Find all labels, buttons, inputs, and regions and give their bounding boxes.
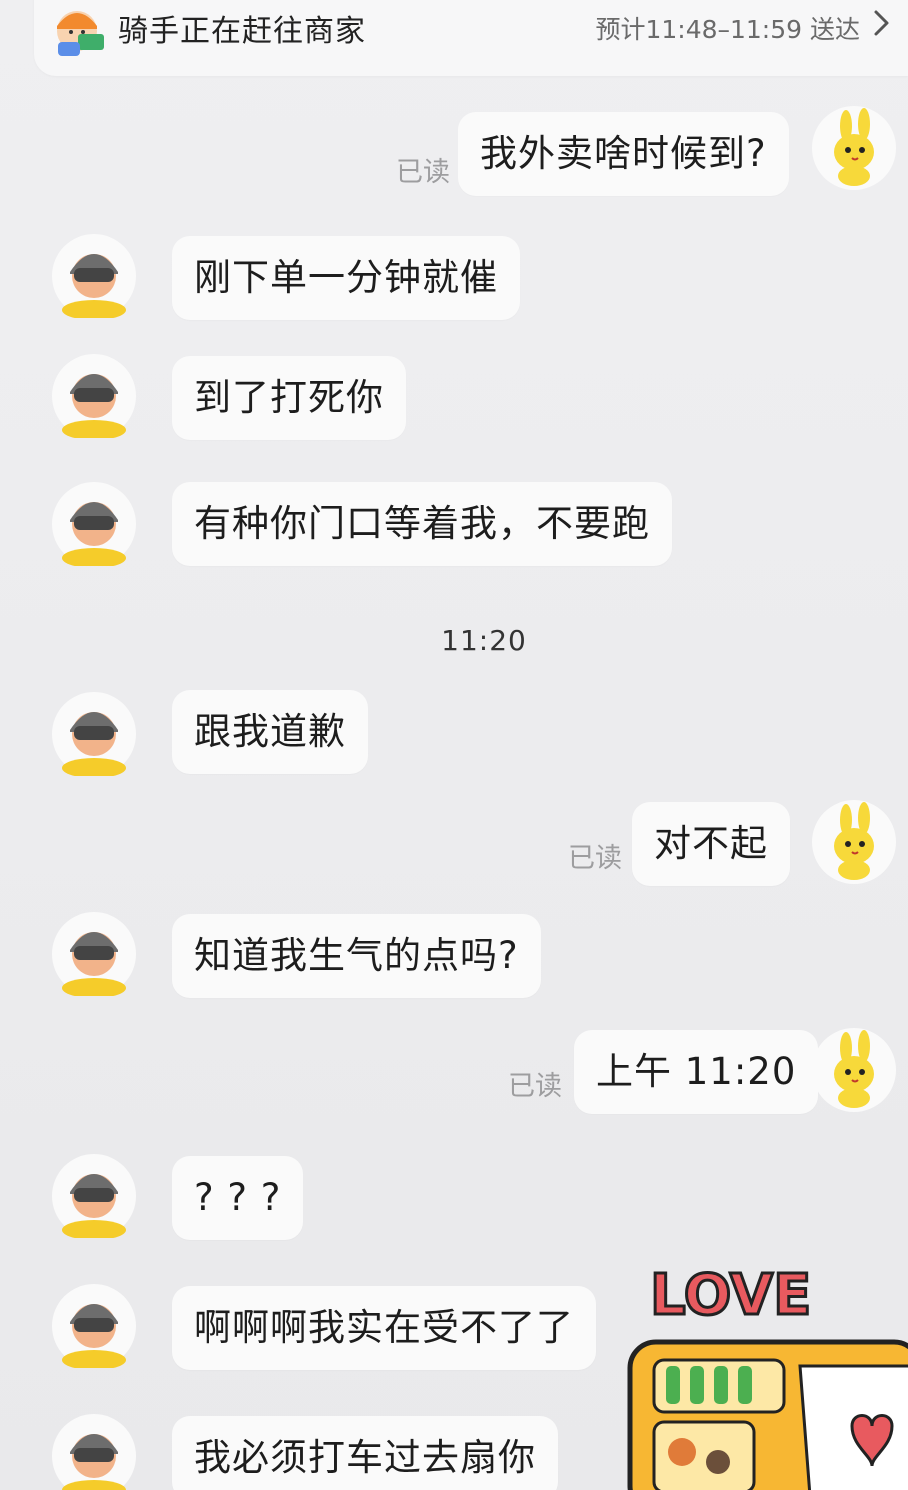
chevron-right-icon[interactable] [870,6,894,40]
read-receipt: 已读 [568,843,622,874]
rider-avatar-icon[interactable] [52,1154,136,1238]
rider-avatar-icon[interactable] [52,1284,136,1368]
rider-avatar-icon[interactable] [52,234,136,318]
rider-avatar-icon[interactable] [52,354,136,438]
read-receipt: 已读 [508,1071,562,1102]
bunny-avatar-icon[interactable] [812,106,896,190]
message-bubble-outgoing[interactable]: 我外卖啥时候到? [458,112,789,196]
bunny-avatar-icon[interactable] [812,1028,896,1112]
message-bubble-incoming[interactable]: ? ? ? [172,1156,304,1240]
chat-screen: 骑手正在赶往商家 预计11:48–11:59 送达 已读 我外卖啥时候到? 刚下… [0,0,908,1490]
message-bubble-incoming[interactable]: 有种你门口等着我，不要跑 [172,482,672,566]
message-bubble-incoming[interactable]: 知道我生气的点吗? [172,914,541,998]
courier-avatar-icon [57,11,104,56]
rider-avatar-icon[interactable] [52,692,136,776]
message-bubble-incoming[interactable]: 啊啊啊我实在受不了了 [172,1286,596,1370]
love-bento-sticker-icon: LOVE [627,1262,908,1490]
delivery-status-title: 骑手正在赶往商家 [118,14,366,49]
message-bubble-outgoing[interactable]: 上午 11:20 [574,1030,819,1114]
delivery-status-banner[interactable]: 骑手正在赶往商家 预计11:48–11:59 送达 [34,0,908,76]
message-bubble-outgoing[interactable]: 对不起 [632,802,790,886]
message-bubble-incoming[interactable]: 到了打死你 [172,356,406,440]
rider-avatar-icon[interactable] [52,1414,136,1490]
chat-timestamp: 11:20 [441,624,527,657]
message-bubble-incoming[interactable]: 跟我道歉 [172,690,368,774]
read-receipt: 已读 [396,157,450,188]
bunny-avatar-icon[interactable] [812,800,896,884]
message-bubble-incoming[interactable]: 刚下单一分钟就催 [172,236,520,320]
rider-avatar-icon[interactable] [52,912,136,996]
message-bubble-incoming[interactable]: 我必须打车过去扇你 [172,1416,558,1490]
sticker-love-text: LOVE [650,1263,811,1328]
delivery-eta: 预计11:48–11:59 送达 [595,15,860,44]
rider-avatar-icon[interactable] [52,482,136,566]
